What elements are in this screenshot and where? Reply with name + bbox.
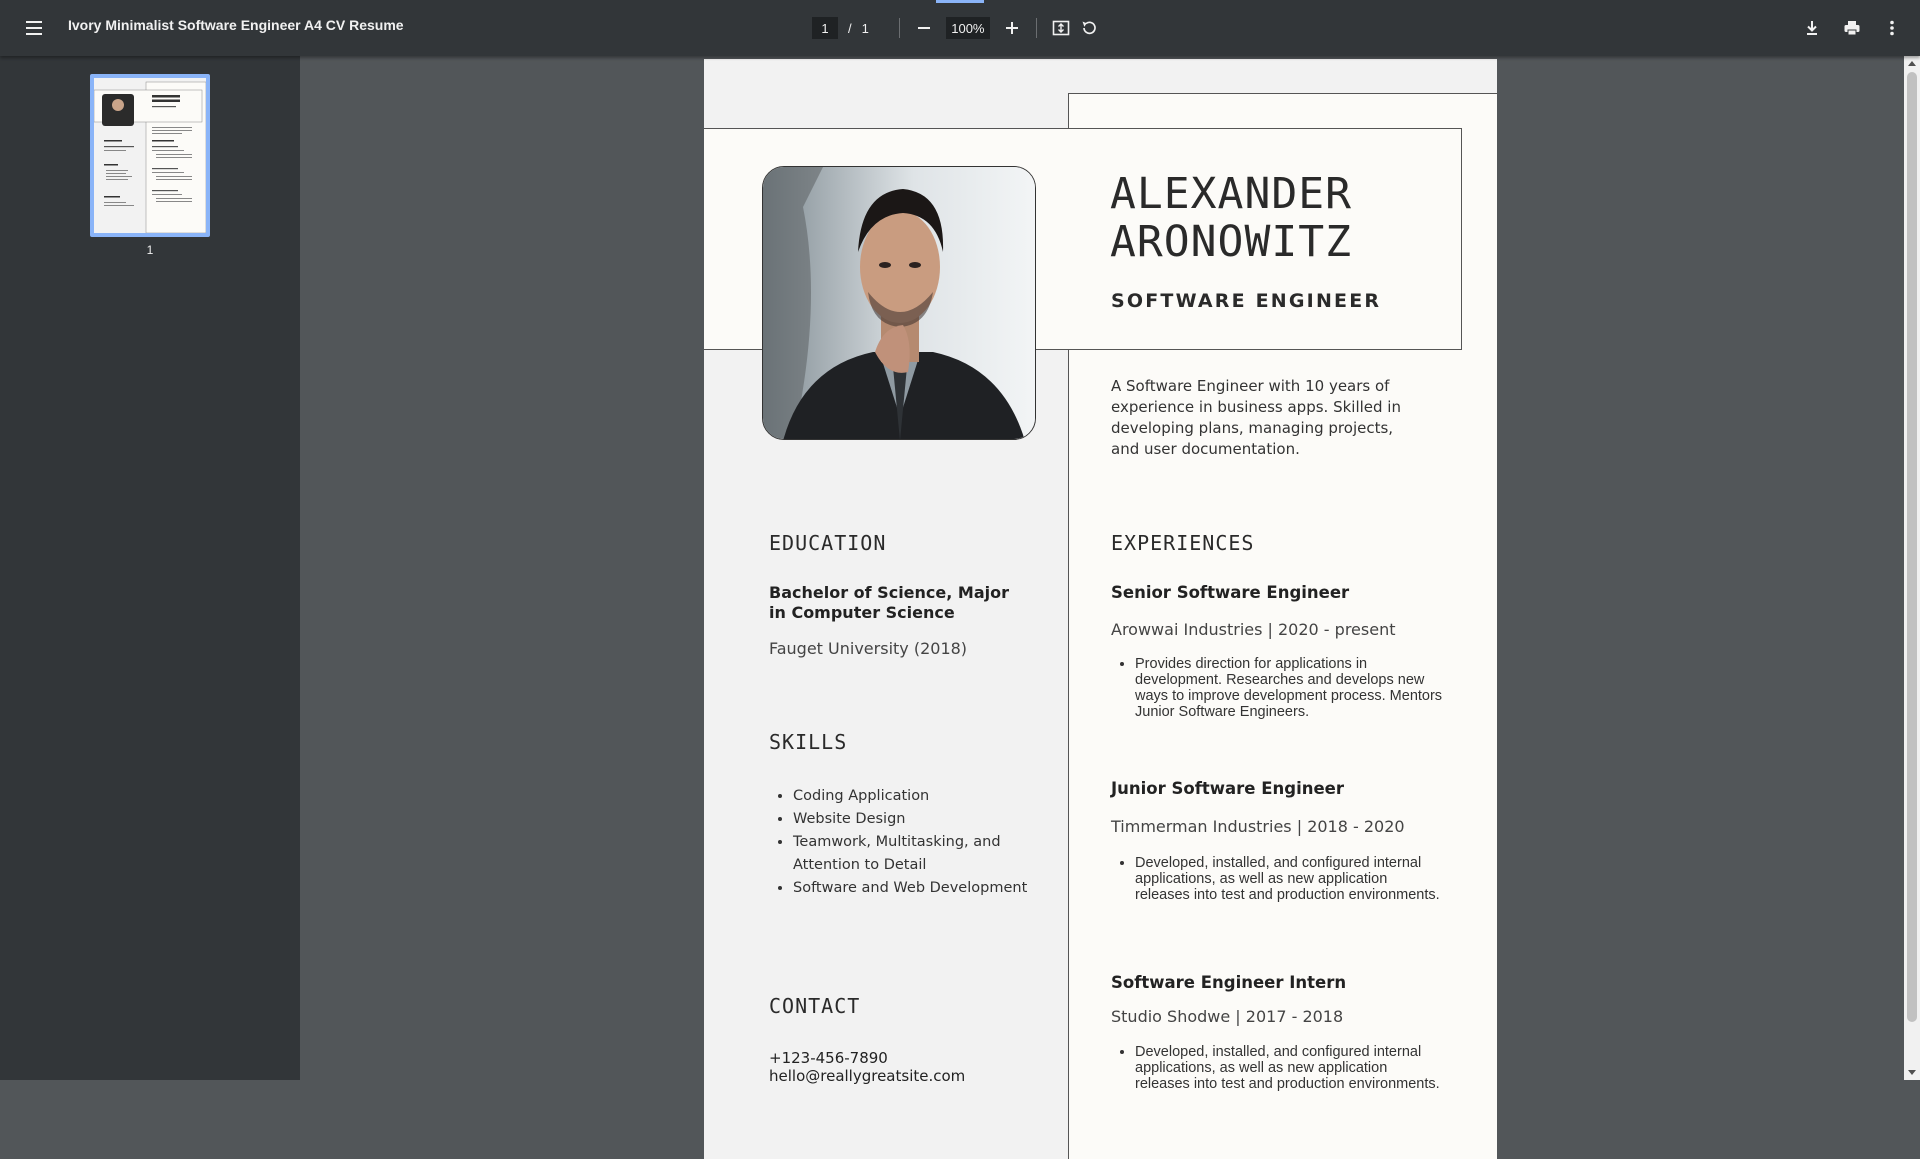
job-title: Senior Software Engineer <box>1111 583 1350 602</box>
page-thumbnail[interactable] <box>90 74 210 237</box>
divider <box>1035 18 1037 38</box>
document-title: Ivory Minimalist Software Engineer A4 CV… <box>68 17 404 33</box>
skill-item: Website Design <box>793 808 1033 831</box>
rotate-icon[interactable] <box>1075 14 1103 42</box>
skill-item: Coding Application <box>793 785 1033 808</box>
job-duty-item: Developed, installed, and configured int… <box>1135 1044 1445 1092</box>
profile-summary: A Software Engineer with 10 years of exp… <box>1111 377 1401 458</box>
page-zoom-controls: / 1 <box>812 14 1103 42</box>
contact-heading: CONTACT <box>769 994 861 1018</box>
zoom-level-input[interactable] <box>945 17 990 39</box>
toolbar-actions <box>1798 14 1906 42</box>
education-heading: EDUCATION <box>769 531 887 555</box>
job-duty-item: Developed, installed, and configured int… <box>1135 855 1445 903</box>
job-role: SOFTWARE ENGINEER <box>1111 290 1382 312</box>
skills-list: Coding Application Website Design Teamwo… <box>769 785 1033 900</box>
toolbar-accent <box>936 0 984 3</box>
job-duties: Provides direction for applications in d… <box>1111 656 1445 720</box>
pdf-toolbar: Ivory Minimalist Software Engineer A4 CV… <box>0 0 1920 56</box>
job-title: Junior Software Engineer <box>1111 779 1344 798</box>
vertical-scrollbar[interactable] <box>1904 56 1920 1080</box>
job-title: Software Engineer Intern <box>1111 973 1347 992</box>
job-company: Timmerman Industries | 2018 - 2020 <box>1111 817 1405 836</box>
candidate-name: ALEXANDER ARONOWITZ <box>1110 170 1352 266</box>
page-number-input[interactable] <box>812 17 838 39</box>
zoom-out-icon[interactable] <box>910 14 938 42</box>
education-school: Fauget University (2018) <box>769 639 968 658</box>
job-company: Arowwai Industries | 2020 - present <box>1111 620 1396 639</box>
job-duties: Developed, installed, and configured int… <box>1111 1044 1445 1092</box>
skills-heading: SKILLS <box>769 730 848 754</box>
more-options-icon[interactable] <box>1878 14 1906 42</box>
download-icon[interactable] <box>1798 14 1826 42</box>
skill-item: Teamwork, Multitasking, and Attention to… <box>793 831 1033 877</box>
scroll-down-arrow-icon[interactable] <box>1908 1070 1916 1075</box>
contact-email: hello@reallygreatsite.com <box>769 1067 966 1085</box>
contact-phone: +123-456-7890 <box>769 1049 888 1067</box>
zoom-in-icon[interactable] <box>998 14 1026 42</box>
name-line-2: ARONOWITZ <box>1110 217 1352 267</box>
job-company: Studio Shodwe | 2017 - 2018 <box>1111 1007 1344 1026</box>
divider <box>898 18 900 38</box>
scroll-thumb[interactable] <box>1907 72 1917 1022</box>
print-icon[interactable] <box>1838 14 1866 42</box>
thumbnail-sidebar: 1 <box>0 56 300 1080</box>
thumbnail-page-label: 1 <box>146 243 154 257</box>
name-line-1: ALEXANDER <box>1110 169 1352 219</box>
scroll-up-arrow-icon[interactable] <box>1908 61 1916 66</box>
page-total: 1 <box>861 20 869 36</box>
education-degree: Bachelor of Science, Major in Computer S… <box>769 583 1009 622</box>
profile-photo <box>762 166 1036 440</box>
job-duty-item: Provides direction for applications in d… <box>1135 656 1445 720</box>
experiences-heading: EXPERIENCES <box>1111 531 1255 555</box>
document-page: ALEXANDER ARONOWITZ SOFTWARE ENGINEER A S… <box>704 59 1497 1159</box>
fit-page-icon[interactable] <box>1047 14 1075 42</box>
job-duties: Developed, installed, and configured int… <box>1111 855 1445 903</box>
page-separator: / <box>848 20 852 36</box>
menu-icon[interactable] <box>20 16 48 40</box>
skill-item: Software and Web Development <box>793 877 1033 900</box>
